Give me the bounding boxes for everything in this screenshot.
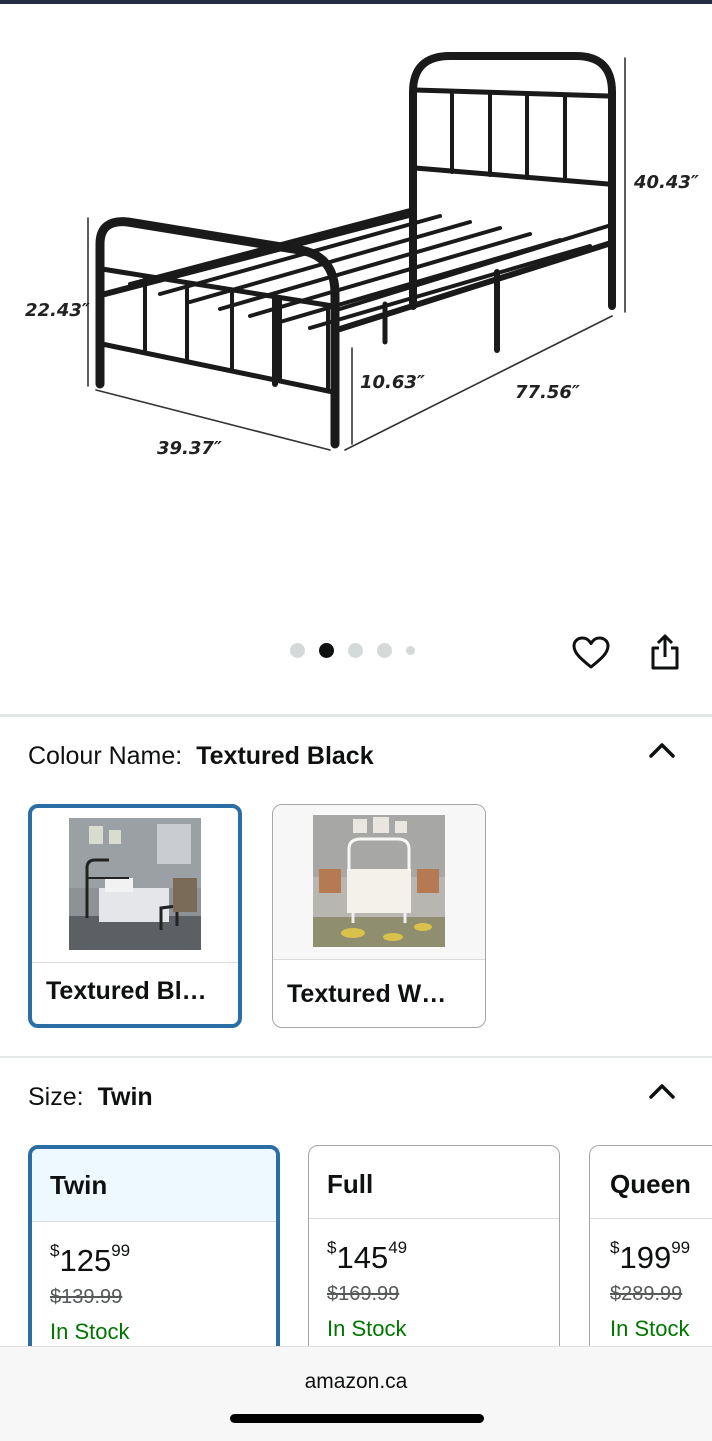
price-currency: $ — [610, 1238, 620, 1257]
browser-address-bar[interactable]: amazon.ca — [0, 1346, 712, 1441]
headboard-height-label: 40.43″ — [633, 172, 699, 193]
share-icon — [651, 634, 679, 670]
footboard-height-label: 22.43″ — [25, 300, 90, 321]
heart-icon — [572, 636, 610, 669]
price-fraction: 49 — [388, 1238, 408, 1257]
wishlist-button[interactable] — [569, 631, 613, 675]
size-row: Size: Twin — [28, 1083, 153, 1112]
chevron-up-icon — [649, 1084, 675, 1099]
colour-option-textured-black[interactable]: Textured Bl… — [28, 804, 242, 1028]
colour-name-label: Colour Name: — [28, 742, 183, 770]
size-option-name: Queen — [590, 1146, 712, 1219]
product-image[interactable]: 40.43″ 22.43″ 10.63″ 77.56″ 39.37″ — [0, 4, 712, 624]
colour-option-label: Textured Bl… — [46, 977, 207, 1005]
colour-option-textured-white[interactable]: Textured W… — [272, 804, 486, 1028]
length-label: 77.56″ — [515, 382, 580, 403]
size-label: Size: — [28, 1083, 84, 1111]
price-whole: 145 — [336, 1240, 389, 1275]
divider — [0, 1056, 712, 1058]
price-whole: 199 — [619, 1240, 672, 1275]
size-option-price: $14549 — [327, 1238, 408, 1276]
chevron-up-icon — [649, 743, 675, 758]
home-indicator[interactable] — [230, 1414, 484, 1423]
carousel-dot[interactable] — [348, 643, 363, 658]
size-selected-value: Twin — [97, 1083, 153, 1111]
white-bed-thumbnail — [313, 815, 445, 947]
size-option-availability: In Stock — [327, 1316, 407, 1341]
size-option-name: Twin — [32, 1149, 276, 1222]
size-option-availability: In Stock — [50, 1319, 130, 1344]
black-bed-thumbnail — [69, 818, 201, 950]
carousel-dot-active[interactable] — [319, 643, 334, 658]
carousel-dot[interactable] — [377, 643, 392, 658]
swatch-image-area — [32, 808, 238, 963]
colour-collapse-toggle[interactable] — [644, 736, 680, 766]
size-option-availability: In Stock — [610, 1316, 690, 1341]
size-collapse-toggle[interactable] — [644, 1077, 680, 1107]
site-domain[interactable]: amazon.ca — [0, 1370, 712, 1394]
bed-frame-image: 40.43″ 22.43″ 10.63″ 77.56″ 39.37″ — [25, 52, 699, 459]
size-option-list-price: $169.99 — [327, 1283, 400, 1305]
size-option-price: $12599 — [50, 1241, 131, 1279]
price-whole: 125 — [59, 1243, 112, 1278]
carousel-dot[interactable] — [290, 643, 305, 658]
width-label: 39.37″ — [157, 438, 222, 459]
divider — [0, 714, 712, 717]
size-option-name: Full — [309, 1146, 559, 1219]
colour-option-label: Textured W… — [287, 980, 447, 1008]
size-option-list-price: $289.99 — [610, 1283, 683, 1305]
colour-name-row: Colour Name: Textured Black — [28, 742, 374, 771]
colour-selected-value: Textured Black — [196, 742, 374, 770]
size-option-price: $19999 — [610, 1238, 691, 1276]
price-currency: $ — [50, 1241, 60, 1260]
price-fraction: 99 — [671, 1238, 691, 1257]
swatch-image-area — [273, 805, 485, 960]
clearance-label: 10.63″ — [360, 372, 425, 393]
carousel-dot[interactable] — [406, 646, 415, 655]
price-currency: $ — [327, 1238, 337, 1257]
image-carousel-indicator[interactable] — [290, 643, 415, 658]
share-button[interactable] — [643, 630, 687, 674]
price-fraction: 99 — [111, 1241, 131, 1260]
size-option-list-price: $139.99 — [50, 1286, 123, 1308]
